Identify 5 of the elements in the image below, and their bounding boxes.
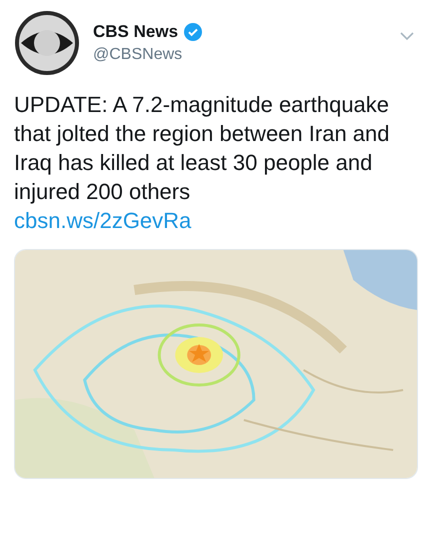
tweet-text: UPDATE: A 7.2-magnitude earthquake that jolted the region between Iran and Iraq has killed at least 30 people and injured 200 others	[14, 91, 390, 206]
author-handle[interactable]: @CBSNews	[93, 46, 387, 64]
author-name[interactable]: CBS News	[93, 22, 178, 42]
logo-icon[interactable]	[14, 10, 80, 76]
tweet-link[interactable]: cbsn.ws/2zGevRa	[14, 206, 192, 235]
